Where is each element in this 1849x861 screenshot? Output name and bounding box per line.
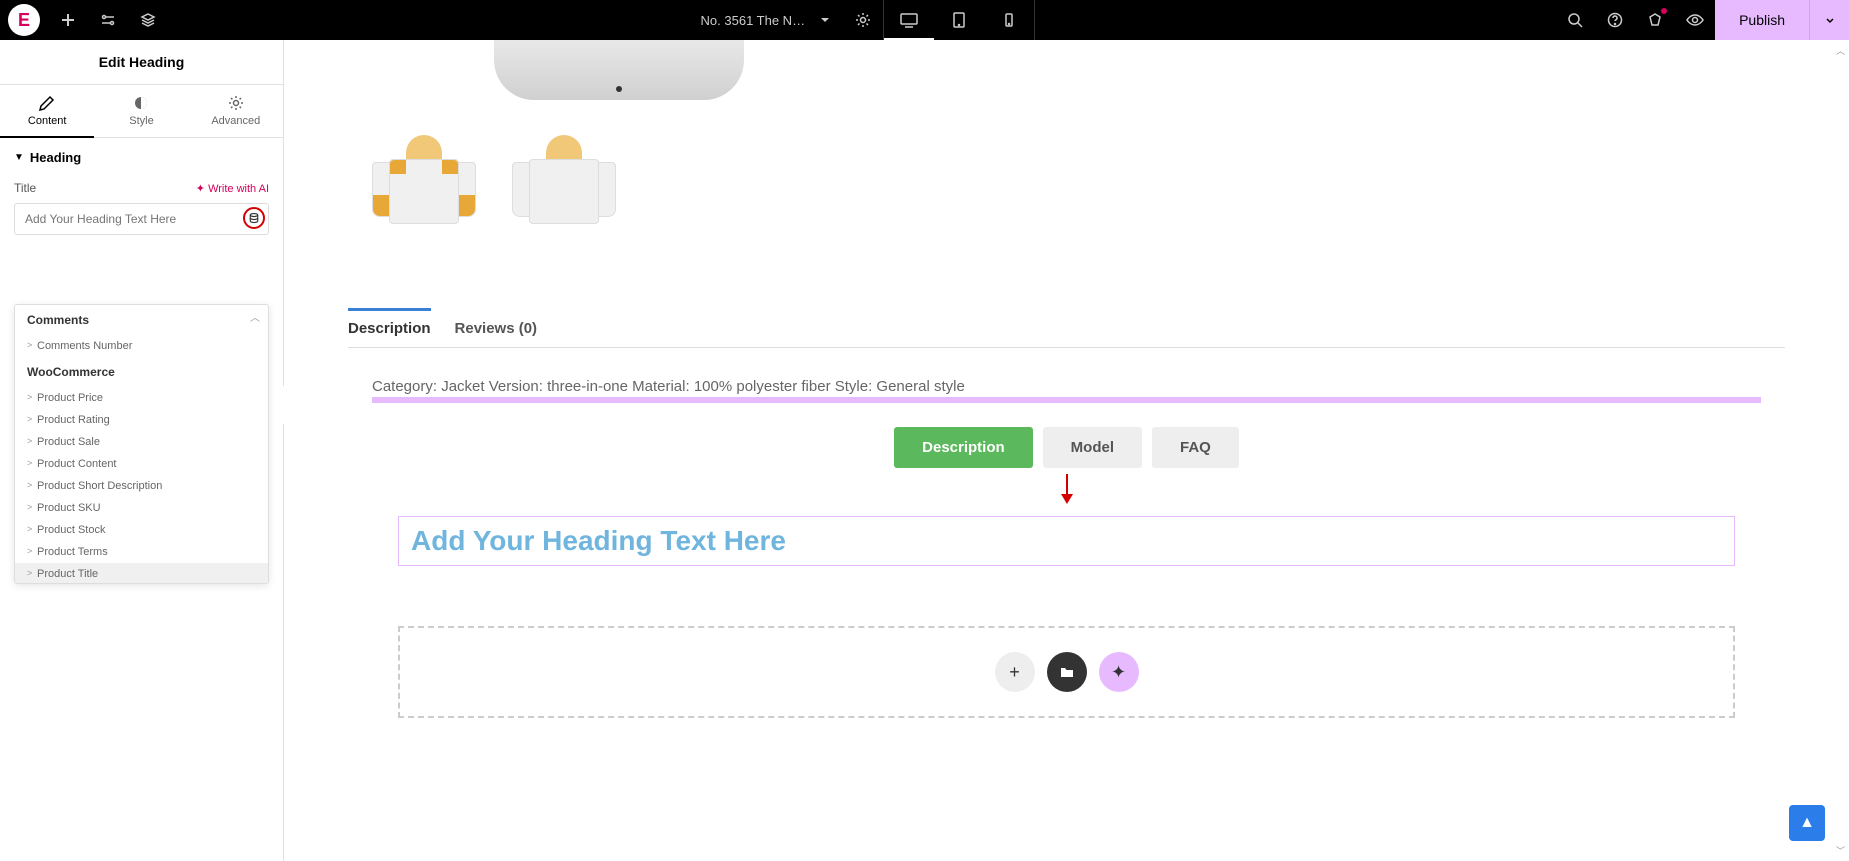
page-selector[interactable]: No. 3561 The No… (689, 0, 843, 40)
dd-item-product-content[interactable]: Product Content (15, 453, 268, 475)
heading-widget[interactable]: Add Your Heading Text Here (398, 516, 1735, 566)
structure-button[interactable] (128, 0, 168, 40)
editor-sidebar: Edit Heading Content Style Advanced ▼ He… (0, 40, 284, 861)
canvas: ︿﹀ Description Reviews (0) Category: Jac… (284, 40, 1849, 861)
product-main-image (494, 40, 744, 100)
canvas-inner: Description Reviews (0) Category: Jacket… (324, 40, 1809, 718)
preview-button[interactable] (1675, 0, 1715, 40)
gear-icon (228, 95, 244, 111)
tab-advanced-label: Advanced (211, 115, 260, 127)
tab-content[interactable]: Content (0, 85, 94, 137)
dd-item-product-terms[interactable]: Product Terms (15, 541, 268, 563)
device-switcher (883, 0, 1035, 40)
database-icon (248, 212, 260, 224)
device-desktop[interactable] (884, 0, 934, 40)
dd-item-comments-number[interactable]: Comments Number (15, 335, 268, 357)
elementor-logo[interactable]: E (8, 4, 40, 36)
search-button[interactable] (1555, 0, 1595, 40)
thumbnail-1[interactable] (364, 130, 484, 250)
write-with-ai-link[interactable]: ✦ Write with AI (196, 182, 269, 195)
add-section-plus[interactable]: + (995, 652, 1035, 692)
dd-item-product-price[interactable]: Product Price (15, 387, 268, 409)
dd-item-product-stock[interactable]: Product Stock (15, 519, 268, 541)
title-label: Title (14, 181, 36, 195)
heading-text: Add Your Heading Text Here (411, 525, 1722, 557)
add-element-button[interactable] (48, 0, 88, 40)
woo-product-tabs: Description Reviews (0) (348, 310, 1785, 348)
publish-options[interactable] (1809, 0, 1849, 40)
chevron-down-icon (819, 14, 831, 26)
main: Edit Heading Content Style Advanced ▼ He… (0, 40, 1849, 861)
dynamic-tags-dropdown: ︿ Comments Comments Number WooCommerce P… (14, 304, 269, 584)
product-thumbnails (364, 130, 1809, 250)
inner-tab-description[interactable]: Description (894, 427, 1033, 468)
dd-group-comments: Comments (15, 305, 268, 335)
style-icon (133, 95, 149, 111)
settings-button[interactable] (88, 0, 128, 40)
dd-item-product-sale[interactable]: Product Sale (15, 431, 268, 453)
add-section-area[interactable]: + ✦ (398, 626, 1735, 718)
dd-group-woocommerce: WooCommerce (15, 357, 268, 387)
title-input-wrap (14, 203, 269, 235)
inner-tab-faq[interactable]: FAQ (1152, 427, 1239, 468)
thumbnail-2[interactable] (504, 130, 624, 250)
product-description-text: Category: Jacket Version: three-in-one M… (372, 378, 1761, 395)
help-button[interactable] (1595, 0, 1635, 40)
dropdown-collapse[interactable]: ︿ (250, 309, 260, 324)
device-mobile[interactable] (984, 0, 1034, 40)
inner-tabs: Description Model FAQ (324, 427, 1809, 468)
page-settings-button[interactable] (843, 0, 883, 40)
tab-content-label: Content (28, 115, 67, 127)
tab-advanced[interactable]: Advanced (189, 85, 283, 137)
dd-item-product-sku[interactable]: Product SKU (15, 497, 268, 519)
selection-highlight (372, 397, 1761, 403)
tab-style-label: Style (129, 115, 153, 127)
topbar-center: No. 3561 The No… (168, 0, 1555, 40)
scroll-to-top-button[interactable]: ▲ (1789, 805, 1825, 841)
page-name: No. 3561 The No… (701, 13, 811, 28)
woo-tab-description[interactable]: Description (348, 310, 431, 347)
notifications-button[interactable] (1635, 0, 1675, 40)
title-field-row: Title ✦ Write with AI (0, 177, 283, 203)
caret-down-icon: ▼ (14, 152, 24, 163)
annotation-arrow-icon (1057, 474, 1077, 510)
folder-icon (1059, 664, 1075, 680)
tab-style[interactable]: Style (94, 85, 188, 137)
topbar-left: E (0, 0, 168, 40)
panel-tabs: Content Style Advanced (0, 85, 283, 138)
dd-item-product-short-desc[interactable]: Product Short Description (15, 475, 268, 497)
inner-tab-model[interactable]: Model (1043, 427, 1142, 468)
title-input[interactable] (14, 203, 269, 235)
publish-button[interactable]: Publish (1715, 0, 1809, 40)
topbar-right: Publish (1555, 0, 1849, 40)
section-heading-toggle[interactable]: ▼ Heading (0, 138, 283, 177)
dynamic-tags-button[interactable] (243, 207, 265, 229)
dd-item-product-title[interactable]: Product Title (15, 563, 268, 584)
section-heading-label: Heading (30, 150, 81, 165)
add-section-folder[interactable] (1047, 652, 1087, 692)
add-section-ai[interactable]: ✦ (1099, 652, 1139, 692)
device-tablet[interactable] (934, 0, 984, 40)
panel-title: Edit Heading (0, 40, 283, 85)
woo-tab-reviews[interactable]: Reviews (0) (455, 310, 538, 347)
dd-item-product-rating[interactable]: Product Rating (15, 409, 268, 431)
pencil-icon (39, 95, 55, 111)
topbar: E No. 3561 The No… Publish (0, 0, 1849, 40)
scrollbar-arrows: ︿﹀ (1836, 44, 1845, 857)
